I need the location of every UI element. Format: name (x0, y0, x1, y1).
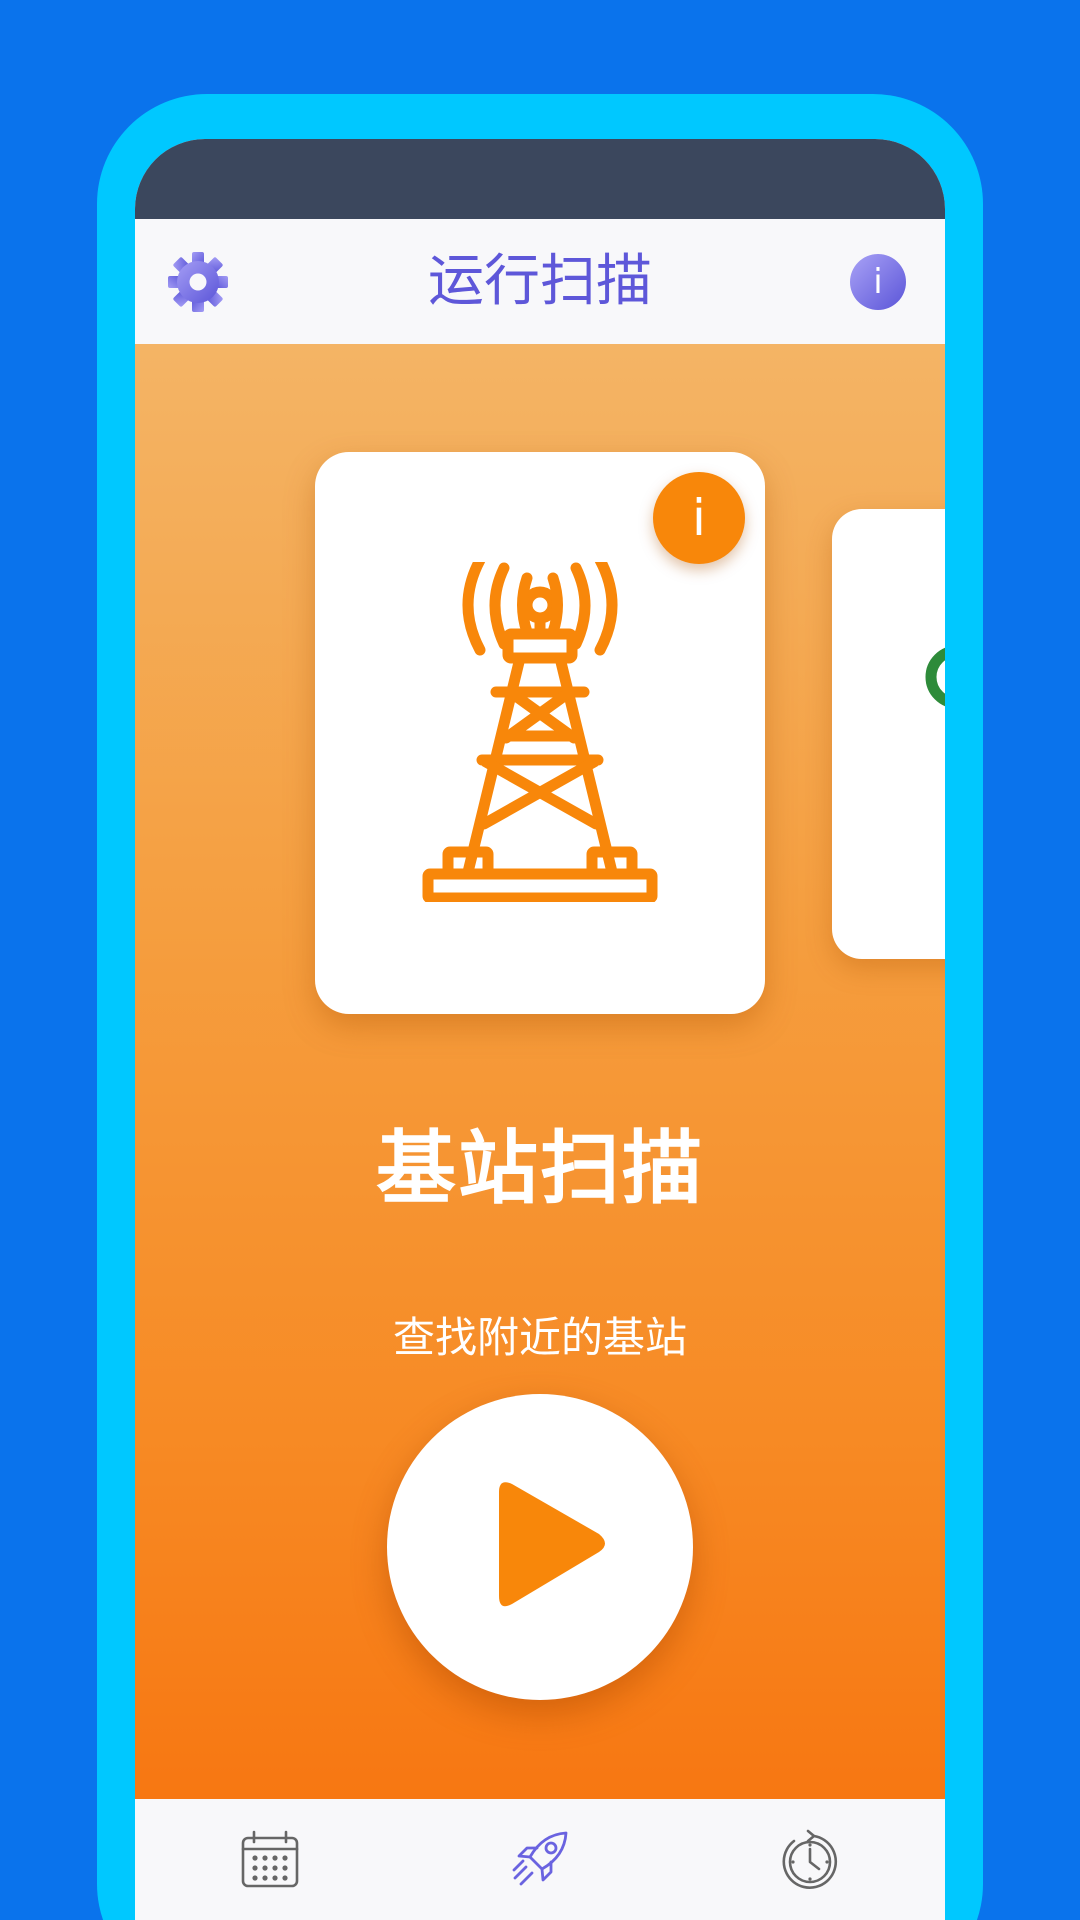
info-icon: i (873, 262, 883, 302)
history-clock-icon (782, 1829, 838, 1889)
page-title: 运行扫描 (428, 249, 652, 314)
nav-item-calendar[interactable] (135, 1799, 405, 1920)
card-info-button[interactable]: i (653, 472, 745, 564)
app-screen: 运行扫描 i i 基站扫描 查找附近的基站 (135, 139, 945, 1920)
next-card-partial-icon (925, 647, 945, 707)
play-icon (499, 1482, 605, 1607)
nav-item-scan[interactable] (405, 1799, 675, 1920)
gear-icon (168, 252, 228, 312)
scan-title: 基站扫描 (376, 1122, 704, 1215)
cell-tower-icon (422, 562, 658, 902)
info-icon: i (692, 489, 706, 547)
app-bar: 运行扫描 i (135, 219, 945, 344)
device-mockup: 运行扫描 i i 基站扫描 查找附近的基站 (0, 0, 1080, 1920)
info-button[interactable]: i (850, 254, 906, 310)
bottom-navigation (135, 1799, 945, 1920)
scan-card-cell-tower[interactable]: i (315, 452, 765, 1014)
settings-button[interactable] (167, 251, 229, 313)
scan-carousel-area: i 基站扫描 查找附近的基站 (135, 344, 945, 1799)
scan-subtitle: 查找附近的基站 (392, 1313, 687, 1362)
rocket-icon (512, 1831, 568, 1886)
calendar-icon (241, 1830, 299, 1888)
status-bar (135, 139, 945, 219)
nav-item-history[interactable] (675, 1799, 945, 1920)
scan-card-next[interactable] (832, 509, 945, 959)
start-scan-button[interactable] (387, 1394, 693, 1700)
